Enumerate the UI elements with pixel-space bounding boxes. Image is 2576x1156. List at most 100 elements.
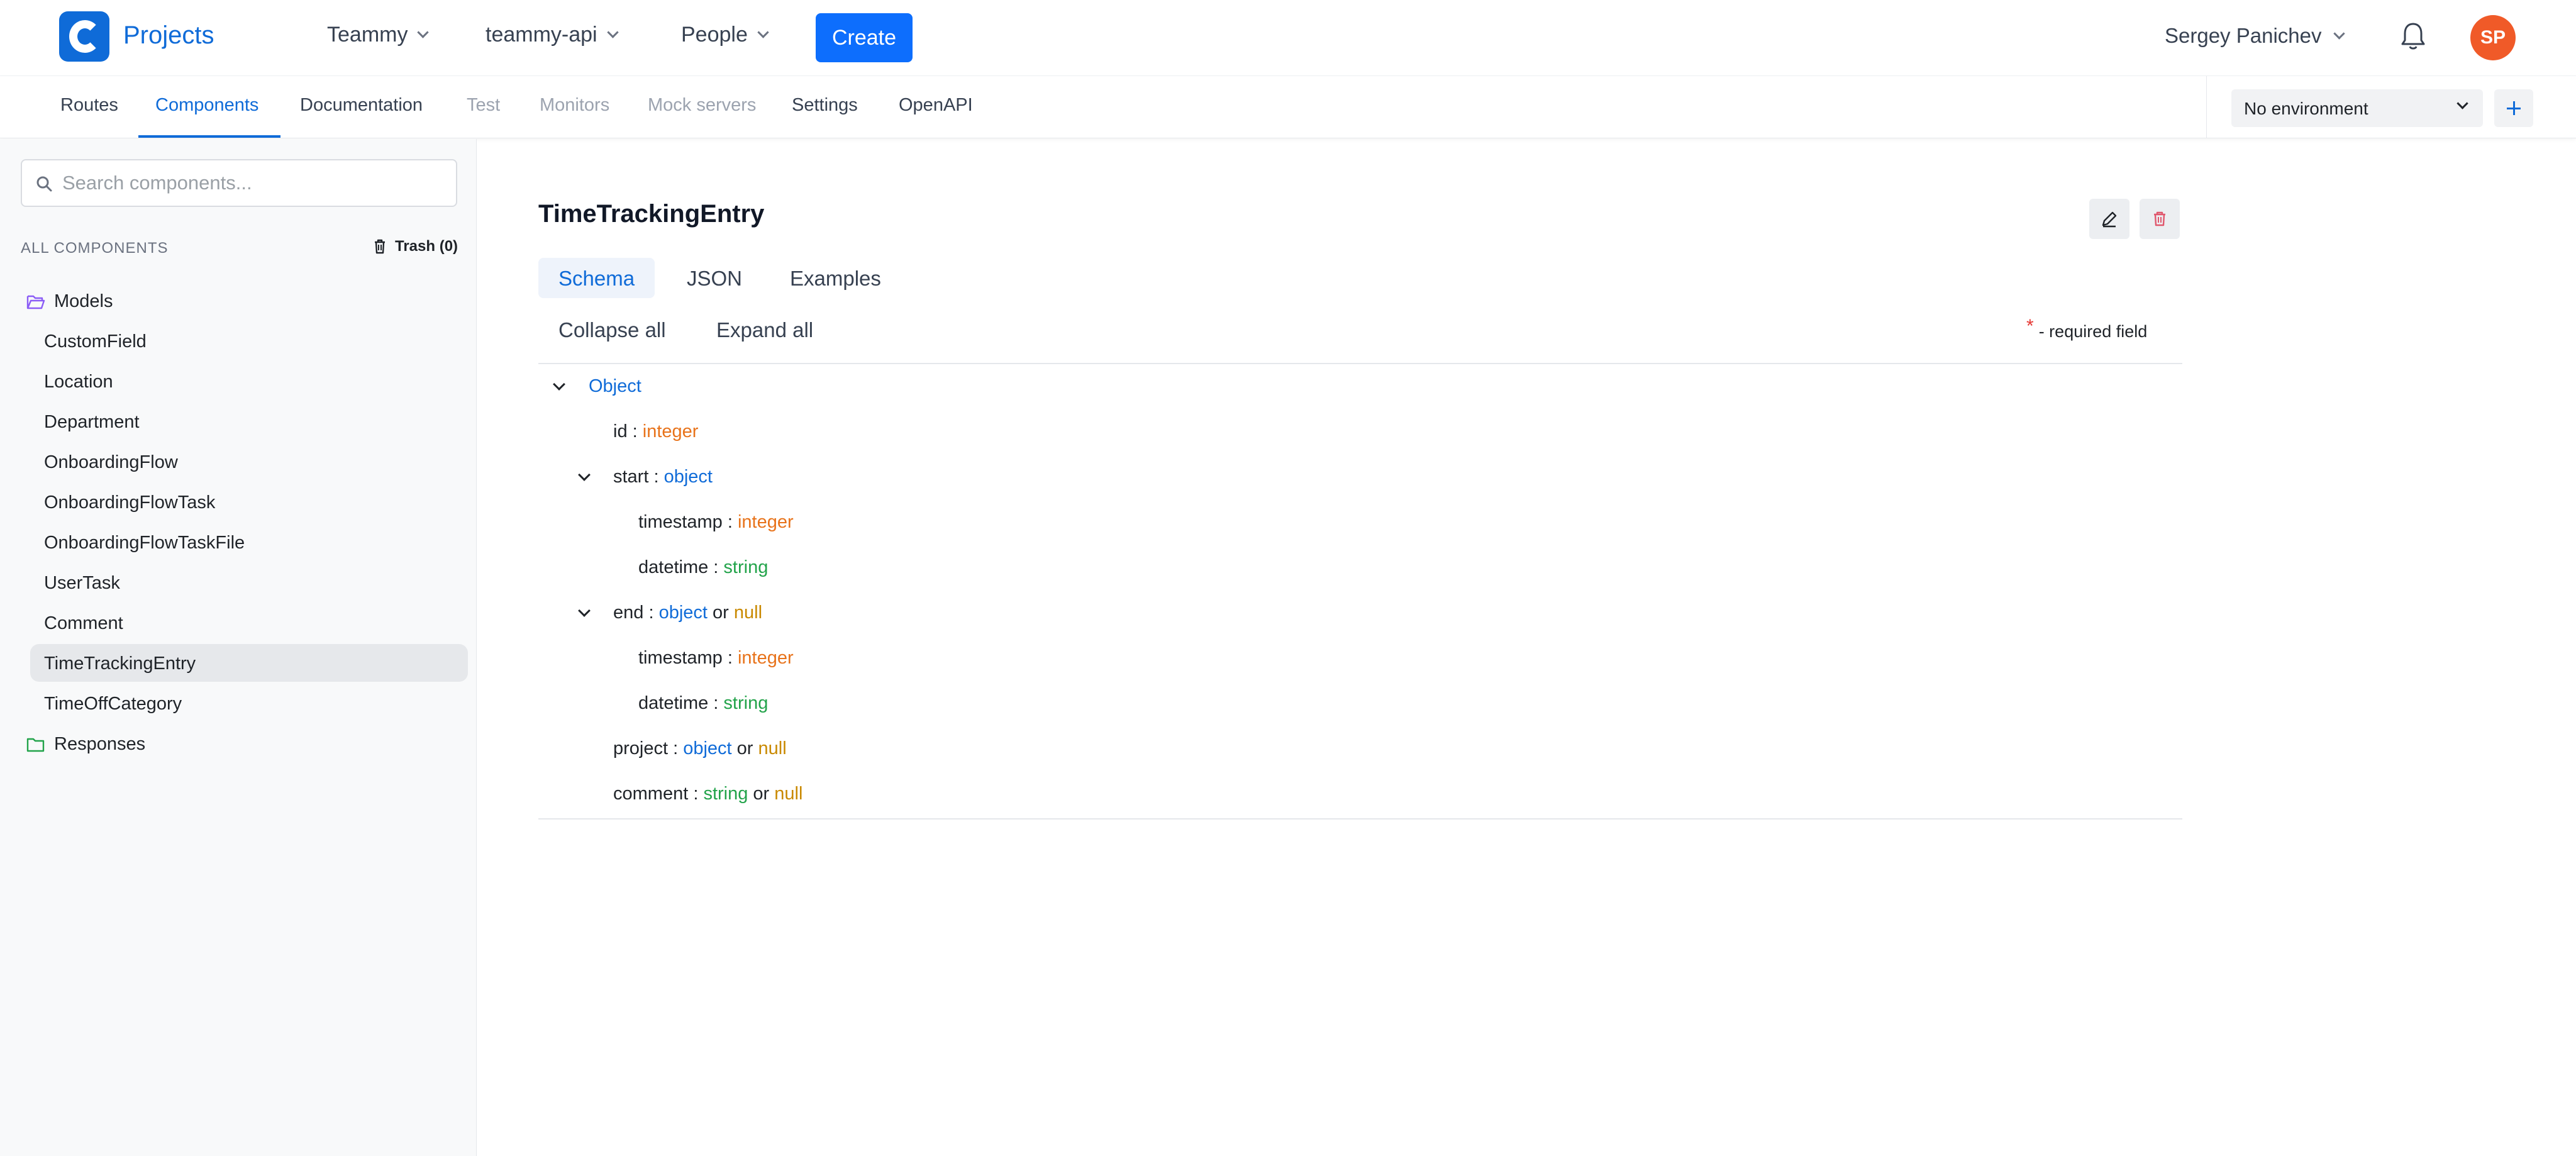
environment-select[interactable]: No environment: [2231, 89, 2483, 127]
field-type: string: [703, 784, 748, 804]
tab-test[interactable]: Test: [467, 95, 500, 116]
field-name: comment: [613, 784, 689, 804]
field-type: object: [658, 603, 708, 623]
tab-components[interactable]: Components: [155, 95, 258, 116]
chevron-down-icon[interactable]: [553, 378, 565, 391]
edit-button[interactable]: [2089, 199, 2129, 239]
field-type: integer: [737, 512, 794, 532]
separator: :: [627, 421, 643, 442]
field-name: timestamp: [638, 648, 723, 668]
user-menu-dropdown[interactable]: Sergey Panichev: [2165, 24, 2346, 48]
component-item-selected[interactable]: TimeTrackingEntry: [30, 644, 468, 682]
field-name: end: [613, 603, 644, 623]
schema-field-comment: comment : string or null: [613, 784, 802, 804]
field-type: object: [683, 738, 732, 759]
project-tabs: Routes Components Documentation Test Mon…: [0, 75, 2576, 138]
avatar[interactable]: SP: [2470, 15, 2516, 60]
field-name: datetime: [638, 557, 709, 577]
separator: :: [643, 603, 659, 623]
chevron-down-icon: [2333, 27, 2346, 40]
component-item[interactable]: OnboardingFlowTask: [30, 483, 468, 521]
people-dropdown[interactable]: People: [681, 23, 769, 47]
separator: :: [668, 738, 684, 759]
component-item[interactable]: UserTask: [30, 564, 468, 601]
field-type: integer: [642, 421, 699, 442]
chevron-down-icon: [417, 26, 430, 38]
page-title: TimeTrackingEntry: [538, 200, 765, 228]
divider: [538, 363, 2182, 364]
active-tab-indicator: [138, 135, 280, 138]
delete-button[interactable]: [2140, 199, 2180, 239]
schema-field-end: end : object or null: [613, 603, 762, 623]
tab-mock-servers[interactable]: Mock servers: [648, 95, 756, 116]
field-alt-type: null: [758, 738, 787, 759]
user-name: Sergey Panichev: [2165, 24, 2322, 47]
required-field-legend: * - required field: [2026, 316, 2147, 342]
component-item[interactable]: OnboardingFlow: [30, 443, 468, 481]
chevron-down-icon: [606, 26, 619, 38]
field-alt-type: null: [733, 603, 763, 623]
trash-button[interactable]: Trash (0): [374, 238, 458, 255]
folder-models[interactable]: Models: [26, 291, 113, 312]
tab-documentation[interactable]: Documentation: [300, 95, 423, 116]
or-word: or: [753, 784, 770, 804]
separator: :: [722, 512, 738, 532]
field-type: string: [723, 557, 769, 577]
workspace-dropdown[interactable]: Teammy: [327, 23, 430, 47]
or-word: or: [736, 738, 753, 759]
tab-schema[interactable]: Schema: [538, 258, 655, 298]
top-header: Projects Teammy teammy-api People Create…: [0, 0, 2576, 75]
schema-field-end-datetime: datetime : string: [638, 693, 768, 714]
tab-json[interactable]: JSON: [667, 258, 762, 298]
required-star: *: [2026, 316, 2034, 336]
workspace-label: Teammy: [327, 23, 408, 47]
field-name: start: [613, 467, 649, 487]
logo-icon[interactable]: [59, 11, 109, 62]
people-label: People: [681, 23, 748, 47]
component-item[interactable]: Location: [30, 362, 468, 400]
tab-settings[interactable]: Settings: [792, 95, 858, 116]
field-name: timestamp: [638, 512, 723, 532]
delete-icon: [2154, 211, 2165, 226]
tab-monitors[interactable]: Monitors: [540, 95, 609, 116]
expand-all-button[interactable]: Expand all: [716, 318, 813, 342]
project-dropdown[interactable]: teammy-api: [486, 23, 619, 47]
bell-icon[interactable]: [2400, 21, 2426, 52]
search-icon: [36, 176, 52, 192]
component-item[interactable]: TimeOffCategory: [30, 684, 468, 722]
root-type: Object: [589, 376, 641, 396]
chevron-down-icon[interactable]: [578, 604, 591, 617]
divider: [2206, 76, 2207, 138]
schema-field-end-timestamp: timestamp : integer: [638, 648, 794, 669]
field-name: project: [613, 738, 669, 759]
folder-icon: [26, 738, 45, 752]
collapse-all-button[interactable]: Collapse all: [558, 318, 666, 342]
environment-value: No environment: [2244, 99, 2368, 118]
folder-responses[interactable]: Responses: [26, 734, 145, 755]
brand-projects-link[interactable]: Projects: [123, 21, 214, 50]
add-environment-button[interactable]: [2494, 89, 2533, 127]
separator: :: [708, 693, 724, 713]
schema-field-start-timestamp: timestamp : integer: [638, 512, 794, 533]
edit-icon: [2102, 211, 2117, 228]
component-item[interactable]: OnboardingFlowTaskFile: [30, 523, 468, 561]
create-button[interactable]: Create: [816, 13, 913, 62]
separator: :: [708, 557, 724, 577]
field-type: object: [663, 467, 713, 487]
chevron-down-icon[interactable]: [578, 469, 591, 481]
field-name: datetime: [638, 693, 709, 713]
tab-openapi[interactable]: OpenAPI: [899, 95, 973, 116]
search-input[interactable]: [62, 168, 446, 198]
tab-examples[interactable]: Examples: [770, 258, 901, 298]
divider: [538, 818, 2182, 820]
folder-open-icon: [26, 295, 45, 309]
section-title: ALL COMPONENTS: [21, 240, 169, 257]
search-box[interactable]: [21, 159, 457, 207]
field-type: integer: [737, 648, 794, 668]
field-name: id: [613, 421, 628, 442]
component-item[interactable]: Department: [30, 403, 468, 440]
field-alt-type: null: [774, 784, 803, 804]
component-item[interactable]: CustomField: [30, 322, 468, 360]
tab-routes[interactable]: Routes: [60, 95, 118, 116]
component-item[interactable]: Comment: [30, 604, 468, 642]
